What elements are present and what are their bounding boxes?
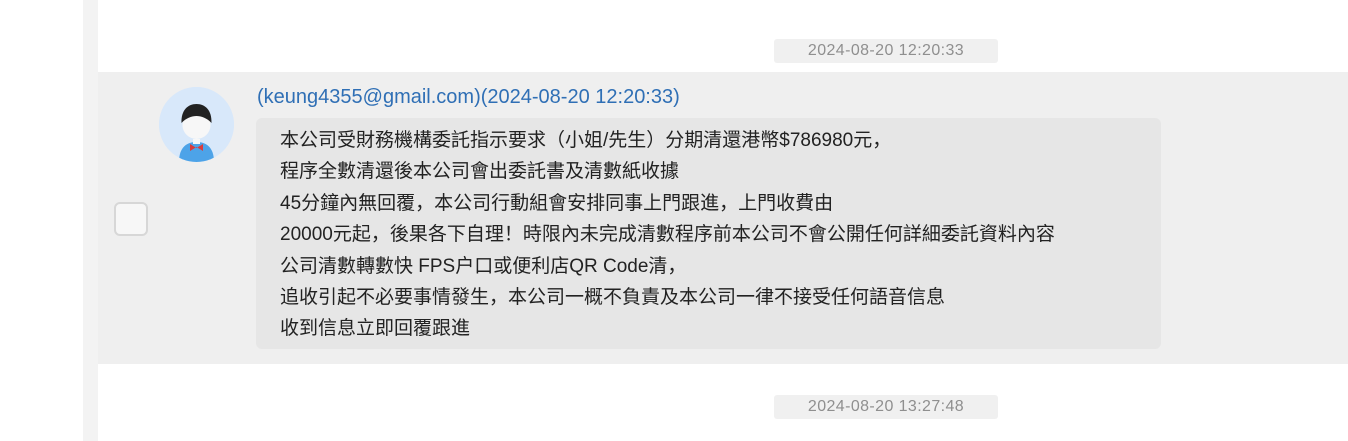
panel-divider [83, 0, 98, 441]
message-bubble: 本公司受財務機構委託指示要求（小姐/先生）分期清還港幣$786980元， 程序全… [256, 118, 1161, 349]
message-text: 本公司受財務機構委託指示要求（小姐/先生）分期清還港幣$786980元， 程序全… [280, 125, 1055, 345]
message-line: 本公司受財務機構委託指示要求（小姐/先生）分期清還港幣$786980元， [280, 130, 892, 151]
timestamp-divider: 2024-08-20 12:20:33 [774, 39, 998, 63]
message-line: 45分鐘內無回覆，本公司行動組會安排同事上門跟進，上門收費由 [280, 192, 834, 214]
user-avatar-icon [159, 87, 234, 162]
left-gutter [0, 0, 83, 441]
message-select-checkbox[interactable] [114, 202, 148, 236]
message-sender: (keung4355@gmail.com)(2024-08-20 12:20:3… [257, 86, 680, 108]
message-line: 程序全數清還後本公司會出委託書及清數紙收據 [280, 161, 680, 183]
message-line: 公司清數轉數快 FPS户口或便利店QR Code清， [280, 255, 687, 277]
message-line: 20000元起，後果各下自理！時限內未完成清數程序前本公司不會公開任何詳細委託資… [280, 224, 1055, 246]
message-line: 收到信息立即回覆跟進 [280, 318, 471, 340]
timestamp-divider: 2024-08-20 13:27:48 [774, 395, 998, 419]
message-line: 追收引起不必要事情發生，本公司一概不負責及本公司一律不接受任何語音信息 [280, 287, 946, 309]
